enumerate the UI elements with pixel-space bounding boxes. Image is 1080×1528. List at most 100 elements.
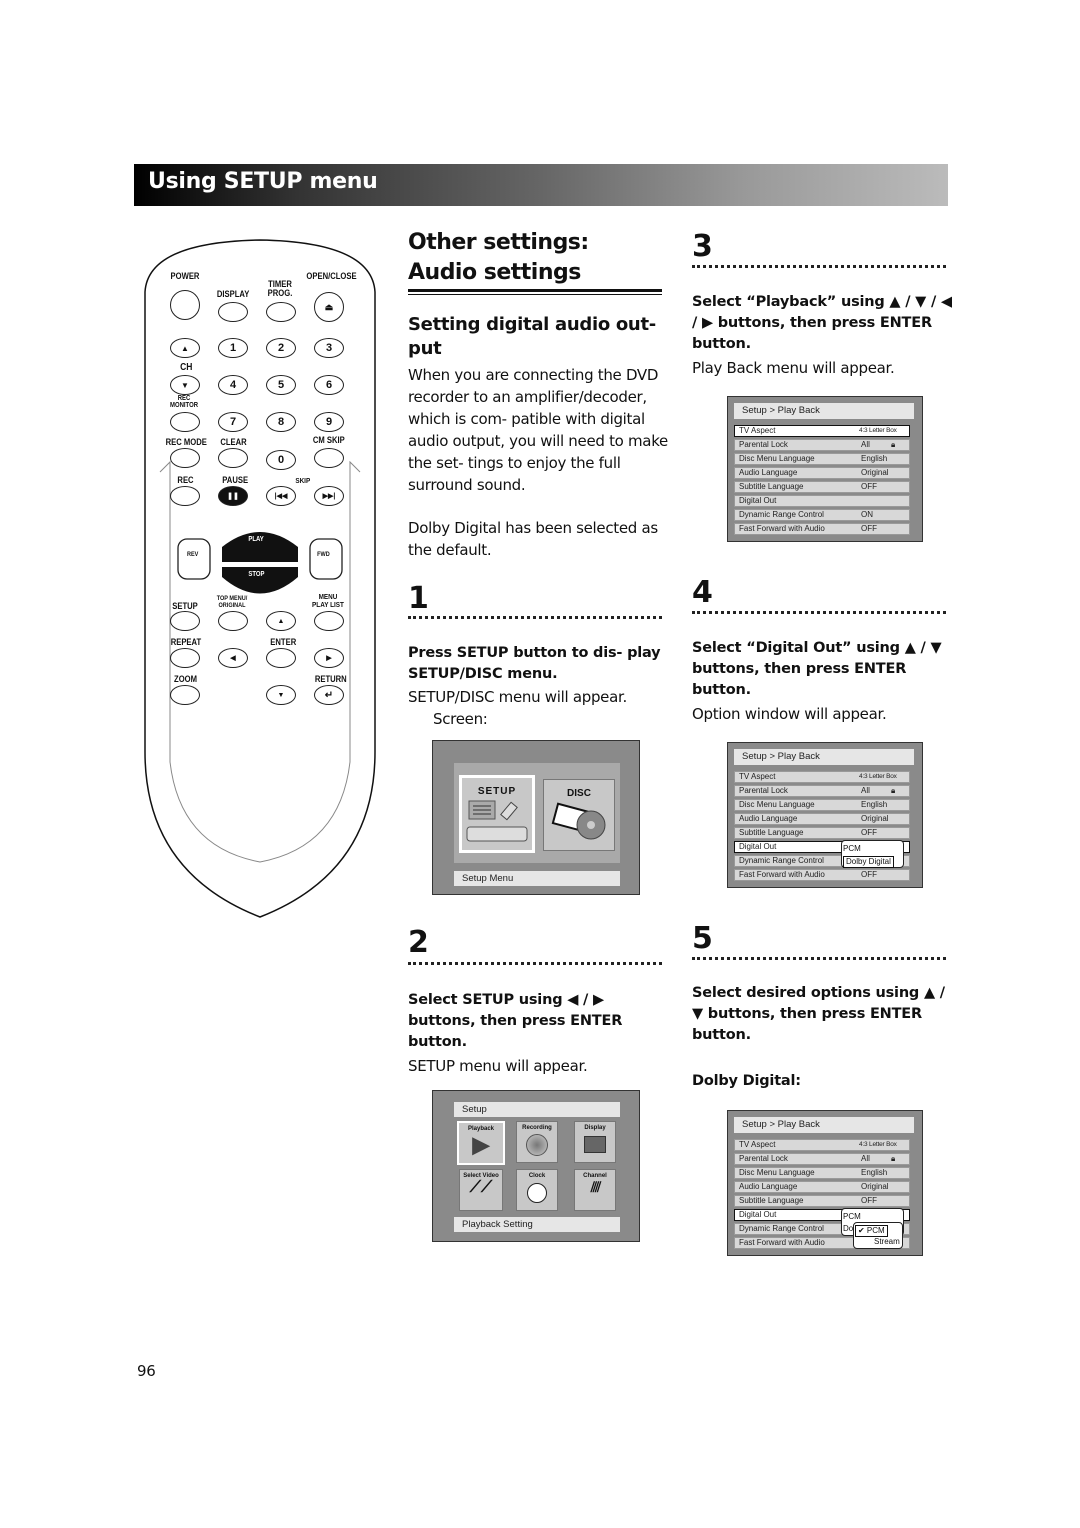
step-5-sublabel: Dolby Digital:	[692, 1073, 801, 1089]
menu-row-label: Fast Forward with Audio	[739, 1238, 825, 1247]
menu-row[interactable]: Fast Forward with Audio OFF	[734, 869, 910, 881]
menu-row-label: Dynamic Range Control	[739, 1224, 824, 1233]
digit-4-button[interactable]: 4	[218, 375, 248, 395]
menu-row[interactable]: Disc Menu Language English	[734, 453, 910, 465]
tile-display[interactable]: Display	[574, 1121, 616, 1163]
left-arrow-button[interactable]: ◀	[218, 648, 248, 668]
step-2-heading: Select SETUP using ◀ / ▶ buttons, then p…	[408, 992, 623, 1050]
setup-button[interactable]	[170, 611, 200, 631]
skip-forward-button[interactable]: ▶▶|	[314, 486, 344, 506]
menu-row[interactable]: Parental Lock All 🔒︎	[734, 439, 910, 451]
digit-6-button[interactable]: 6	[314, 375, 344, 395]
setup-tile[interactable]: SETUP	[459, 775, 535, 853]
menu-row-value: OFF	[861, 870, 877, 879]
tile-playback[interactable]: Playback ▶	[457, 1121, 505, 1165]
menu-row[interactable]: Audio Language Original	[734, 1181, 910, 1193]
menu-row[interactable]: Fast Forward with Audio OFF	[734, 523, 910, 535]
rec-button[interactable]	[170, 486, 200, 506]
menu-row[interactable]: Subtitle Language OFF	[734, 1195, 910, 1207]
heading-rule-thin	[408, 294, 662, 295]
option-pcm[interactable]: PCM	[843, 1212, 861, 1222]
tile-recording[interactable]: Recording	[516, 1121, 558, 1163]
disc-tile[interactable]: DISC	[543, 779, 615, 851]
step-3-number: 3	[692, 229, 713, 264]
menu-row[interactable]: Parental Lock All 🔒︎	[734, 785, 910, 797]
return-button[interactable]: ↵	[314, 685, 344, 705]
ch-down-button[interactable]: ▼	[170, 375, 200, 395]
disc-icon	[551, 802, 606, 840]
menu-row-label: Disc Menu Language	[739, 454, 815, 463]
setup-screen-footer: Playback Setting	[454, 1217, 620, 1232]
digit-8-button[interactable]: 8	[266, 412, 296, 432]
playback-screen-title: Setup > Play Back	[734, 403, 914, 419]
setup-icon	[466, 800, 528, 842]
down-arrow-button[interactable]: ▼	[266, 685, 296, 705]
menu-row[interactable]: TV Aspect 4:3 Letter Box	[734, 425, 910, 437]
sub-option-stream[interactable]: Stream	[874, 1237, 900, 1247]
menu-row[interactable]: Subtitle Language OFF	[734, 827, 910, 839]
menu-row[interactable]: Disc Menu Language English	[734, 1167, 910, 1179]
step-1-screen-label: Screen:	[433, 710, 488, 728]
menu-row[interactable]: TV Aspect 4:3 Letter Box	[734, 1139, 910, 1151]
menu-row[interactable]: Parental Lock All 🔒︎	[734, 1153, 910, 1165]
menu-row-value: OFF	[861, 828, 877, 837]
menu-row-label: Fast Forward with Audio	[739, 524, 825, 533]
menu-row[interactable]: Subtitle Language OFF	[734, 481, 910, 493]
digit-1-button[interactable]: 1	[218, 338, 248, 358]
step-3-body: Play Back menu will appear.	[692, 359, 895, 377]
sub-option-pcm[interactable]: ✔ PCM	[855, 1225, 888, 1237]
menu-row[interactable]: Audio Language Original	[734, 467, 910, 479]
zoom-button[interactable]	[170, 685, 200, 705]
menu-row[interactable]: TV Aspect 4:3 Letter Box	[734, 771, 910, 783]
digit-2-button[interactable]: 2	[266, 338, 296, 358]
open-close-button[interactable]: ⏏	[314, 292, 344, 322]
menu-row[interactable]: Dynamic Range Control ON	[734, 509, 910, 521]
cm-skip-button[interactable]	[314, 448, 344, 468]
play-label[interactable]: PLAY	[248, 535, 263, 544]
top-menu-button[interactable]	[218, 611, 248, 631]
timer-prog-button[interactable]	[266, 302, 296, 322]
step-1-body: SETUP/DISC menu will appear.	[408, 688, 627, 706]
rec-monitor-button[interactable]	[170, 412, 200, 432]
playback-screen-step-3: Setup > Play Back TV Aspect 4:3 Letter Box…	[727, 396, 923, 542]
stop-label[interactable]: STOP	[248, 570, 264, 579]
display-button[interactable]	[218, 302, 248, 322]
menu-row-value: English	[861, 454, 888, 463]
digit-3-button[interactable]: 3	[314, 338, 344, 358]
cable-icon: ⟋⟋	[469, 1179, 493, 1196]
enter-button[interactable]	[266, 648, 296, 668]
digit-9-button[interactable]: 9	[314, 412, 344, 432]
menu-row[interactable]: Disc Menu Language English	[734, 799, 910, 811]
rec-mode-button[interactable]	[170, 448, 200, 468]
fwd-label[interactable]: FWD	[317, 550, 330, 559]
playback-screen-step-5: Setup > Play Back TV Aspect 4:3 Letter Box…	[727, 1110, 923, 1256]
option-dolby-digital-partial[interactable]: Do	[843, 1224, 853, 1234]
up-arrow-button[interactable]: ▲	[266, 611, 296, 631]
menu-row-value: 4:3 Letter Box	[859, 773, 897, 780]
clear-button[interactable]	[218, 448, 248, 468]
clock-icon	[527, 1183, 547, 1203]
power-label: POWER	[170, 271, 200, 281]
digit-5-button[interactable]: 5	[266, 375, 296, 395]
menu-row-value: 4:3 Letter Box	[859, 427, 897, 434]
tile-clock[interactable]: Clock	[516, 1169, 558, 1211]
page-number: 96	[137, 1362, 156, 1380]
repeat-button[interactable]	[170, 648, 200, 668]
menu-row[interactable]: Audio Language Original	[734, 813, 910, 825]
power-button[interactable]	[170, 290, 200, 320]
menu-row-label: Subtitle Language	[739, 828, 804, 837]
menu-row-label: Digital Out	[739, 1210, 777, 1219]
ch-up-button[interactable]: ▲	[170, 338, 200, 358]
pause-button[interactable]: ❚❚	[218, 486, 248, 506]
option-dolby-digital[interactable]: Dolby Digital	[843, 856, 894, 868]
skip-back-button[interactable]: |◀◀	[266, 486, 296, 506]
menu-row[interactable]: Digital Out	[734, 495, 910, 507]
digit-0-button[interactable]: 0	[266, 450, 296, 470]
rev-label[interactable]: REV	[187, 550, 198, 559]
right-arrow-button[interactable]: ▶	[314, 648, 344, 668]
menu-button[interactable]	[314, 611, 344, 631]
option-pcm[interactable]: PCM	[843, 844, 861, 854]
digit-7-button[interactable]: 7	[218, 412, 248, 432]
tile-select-video[interactable]: Select Video ⟋⟋	[459, 1169, 503, 1211]
tile-channel[interactable]: Channel ⫽⫽	[574, 1169, 616, 1211]
